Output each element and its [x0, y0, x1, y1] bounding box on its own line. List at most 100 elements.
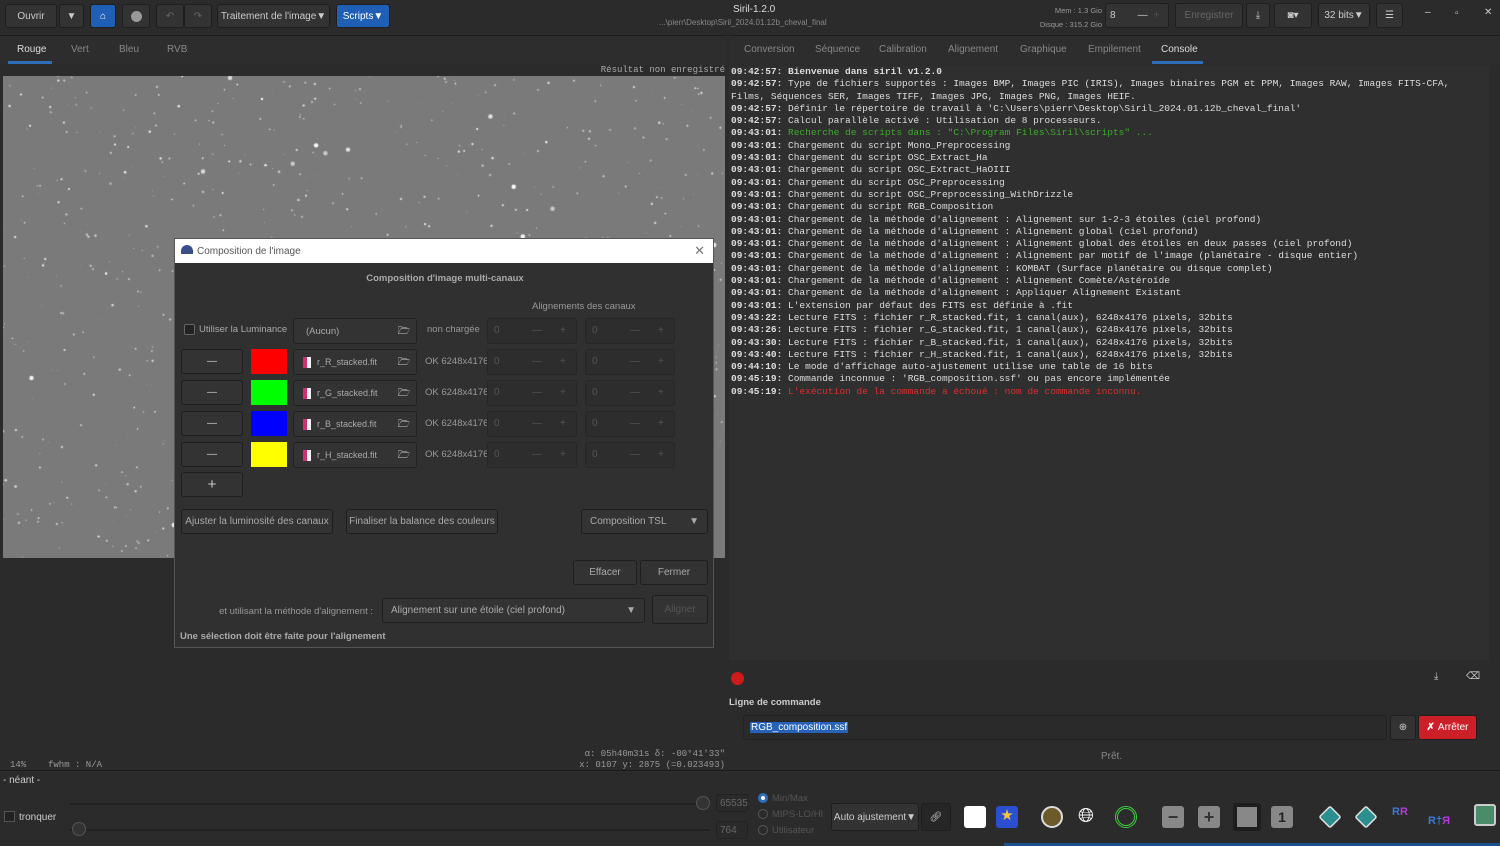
alignment-offset-y[interactable]: 0— +: [585, 318, 675, 344]
save-log-button[interactable]: ⤓: [1434, 671, 1438, 682]
increment-button[interactable]: +: [560, 387, 566, 398]
command-input[interactable]: RGB_composition.ssf: [743, 715, 1387, 740]
high-value-input[interactable]: 65535: [716, 794, 748, 812]
record-button[interactable]: [122, 4, 150, 28]
luminance-checkbox[interactable]: [184, 324, 195, 335]
folder-open-icon[interactable]: 🗁: [398, 324, 410, 341]
luminance-file[interactable]: (Aucun) 🗁: [293, 318, 417, 344]
false-color-icon[interactable]: ★: [996, 806, 1018, 828]
decrement-button[interactable]: —: [532, 449, 542, 460]
close-button[interactable]: Fermer: [640, 560, 708, 585]
increment-button[interactable]: +: [560, 418, 566, 429]
open-button[interactable]: Ouvrir: [5, 4, 57, 28]
increment-button[interactable]: +: [658, 387, 664, 398]
remove-channel-button[interactable]: —: [181, 411, 243, 436]
add-channel-button[interactable]: +: [181, 472, 243, 497]
close-dialog-button[interactable]: ✕: [694, 243, 705, 259]
zoom-in-icon[interactable]: +: [1198, 806, 1220, 828]
channel-file[interactable]: r_H_stacked.fit 🗁: [293, 442, 417, 468]
tab-graphique[interactable]: Graphique: [1020, 44, 1067, 55]
channel-file[interactable]: r_R_stacked.fit 🗁: [293, 349, 417, 375]
increment-button[interactable]: +: [560, 449, 566, 460]
increment-button[interactable]: +: [560, 325, 566, 336]
composition-mode-select[interactable]: Composition TSL ▼: [581, 509, 708, 534]
clear-button[interactable]: Effacer: [573, 560, 637, 585]
increment-button[interactable]: +: [560, 356, 566, 367]
alignment-offset-x[interactable]: 0— +: [487, 380, 577, 406]
tab-empilement[interactable]: Empilement: [1088, 44, 1141, 55]
rotate-left-icon[interactable]: [1318, 805, 1342, 829]
channel-file[interactable]: r_G_stacked.fit 🗁: [293, 380, 417, 406]
channel-color-swatch[interactable]: [251, 442, 287, 467]
decrement-button[interactable]: —: [532, 356, 542, 367]
tab-bleu[interactable]: Bleu: [119, 44, 139, 55]
alignment-offset-y[interactable]: 0— +: [585, 442, 675, 468]
help-button[interactable]: ⊕: [1390, 715, 1416, 740]
scripts-menu[interactable]: Scripts ▼: [336, 4, 390, 28]
negative-view-icon[interactable]: [964, 806, 986, 828]
bit-depth-select[interactable]: 32 bits ▼: [1318, 3, 1370, 28]
clear-log-button[interactable]: ⌫: [1466, 671, 1480, 682]
minimize-button[interactable]: –: [1425, 7, 1431, 18]
high-slider[interactable]: [70, 796, 710, 810]
channel-color-swatch[interactable]: [251, 380, 287, 405]
decrement-button[interactable]: —: [630, 449, 640, 460]
decrement-button[interactable]: —: [630, 387, 640, 398]
snapshot-button[interactable]: ◙▾: [1274, 3, 1312, 28]
decrement-button[interactable]: —: [630, 325, 640, 336]
alignment-offset-x[interactable]: 0— +: [487, 349, 577, 375]
threads-stepper[interactable]: 8— +: [1105, 3, 1169, 28]
target-icon[interactable]: [1115, 806, 1137, 828]
mirror-horizontal-icon[interactable]: RR: [1392, 806, 1414, 828]
menu-button[interactable]: ☰: [1376, 3, 1403, 28]
remove-channel-button[interactable]: —: [181, 349, 243, 374]
alignment-offset-x[interactable]: 0— +: [487, 442, 577, 468]
decrement-button[interactable]: —: [532, 325, 542, 336]
increment-button[interactable]: +: [658, 449, 664, 460]
radio-utilisateur[interactable]: Utilisateur: [758, 825, 814, 836]
tab-séquence[interactable]: Séquence: [815, 44, 860, 55]
channel-color-swatch[interactable]: [251, 411, 287, 436]
clip-checkbox[interactable]: [4, 811, 15, 822]
low-slider[interactable]: [70, 822, 710, 836]
redo-button[interactable]: ↷: [184, 4, 212, 28]
decrement-button[interactable]: —: [532, 418, 542, 429]
increment-button[interactable]: +: [658, 356, 664, 367]
close-window-button[interactable]: ✕: [1484, 7, 1492, 18]
increment-button[interactable]: +: [658, 325, 664, 336]
tab-conversion[interactable]: Conversion: [744, 44, 795, 55]
zoom-out-icon[interactable]: −: [1162, 806, 1184, 828]
decrement-button[interactable]: —: [630, 418, 640, 429]
remove-channel-button[interactable]: —: [181, 380, 243, 405]
folder-open-icon[interactable]: 🗁: [398, 386, 410, 403]
link-button[interactable]: 🔗︎: [921, 803, 951, 831]
zoom-fit-icon[interactable]: [1233, 803, 1261, 831]
radio-min-max[interactable]: Min/Max: [758, 793, 808, 804]
alignment-offset-y[interactable]: 0— +: [585, 411, 675, 437]
tab-rouge[interactable]: Rouge: [17, 44, 46, 55]
alignment-offset-y[interactable]: 0— +: [585, 349, 675, 375]
folder-open-icon[interactable]: 🗁: [398, 417, 410, 434]
increment-button[interactable]: +: [658, 418, 664, 429]
folder-open-icon[interactable]: 🗁: [398, 355, 410, 372]
grid-globe-icon[interactable]: 🌐︎: [1078, 806, 1100, 828]
save-button[interactable]: Enregistrer: [1175, 3, 1243, 28]
home-button[interactable]: ⌂: [90, 4, 116, 28]
tab-console[interactable]: Console: [1161, 44, 1198, 55]
download-button[interactable]: ⤓: [1246, 3, 1270, 28]
open-recent-dropdown[interactable]: ▼: [59, 4, 84, 28]
undo-button[interactable]: ↶: [156, 4, 184, 28]
low-value-input[interactable]: 764: [716, 821, 748, 839]
tab-calibration[interactable]: Calibration: [879, 44, 927, 55]
decrement-button[interactable]: —: [630, 356, 640, 367]
mirror-vertical-icon[interactable]: R†Я: [1428, 806, 1450, 828]
alignment-method-select[interactable]: Alignement sur une étoile (ciel profond)…: [382, 598, 645, 623]
alignment-offset-x[interactable]: 0— +: [487, 411, 577, 437]
stop-button[interactable]: ✗ Arrêter: [1418, 715, 1477, 740]
decrement-button[interactable]: —: [532, 387, 542, 398]
remove-channel-button[interactable]: —: [181, 442, 243, 467]
folder-open-icon[interactable]: 🗁: [398, 448, 410, 465]
annotate-icon[interactable]: [1041, 806, 1063, 828]
zoom-100-icon[interactable]: 1: [1271, 806, 1293, 828]
alignment-offset-x[interactable]: 0— +: [487, 318, 577, 344]
